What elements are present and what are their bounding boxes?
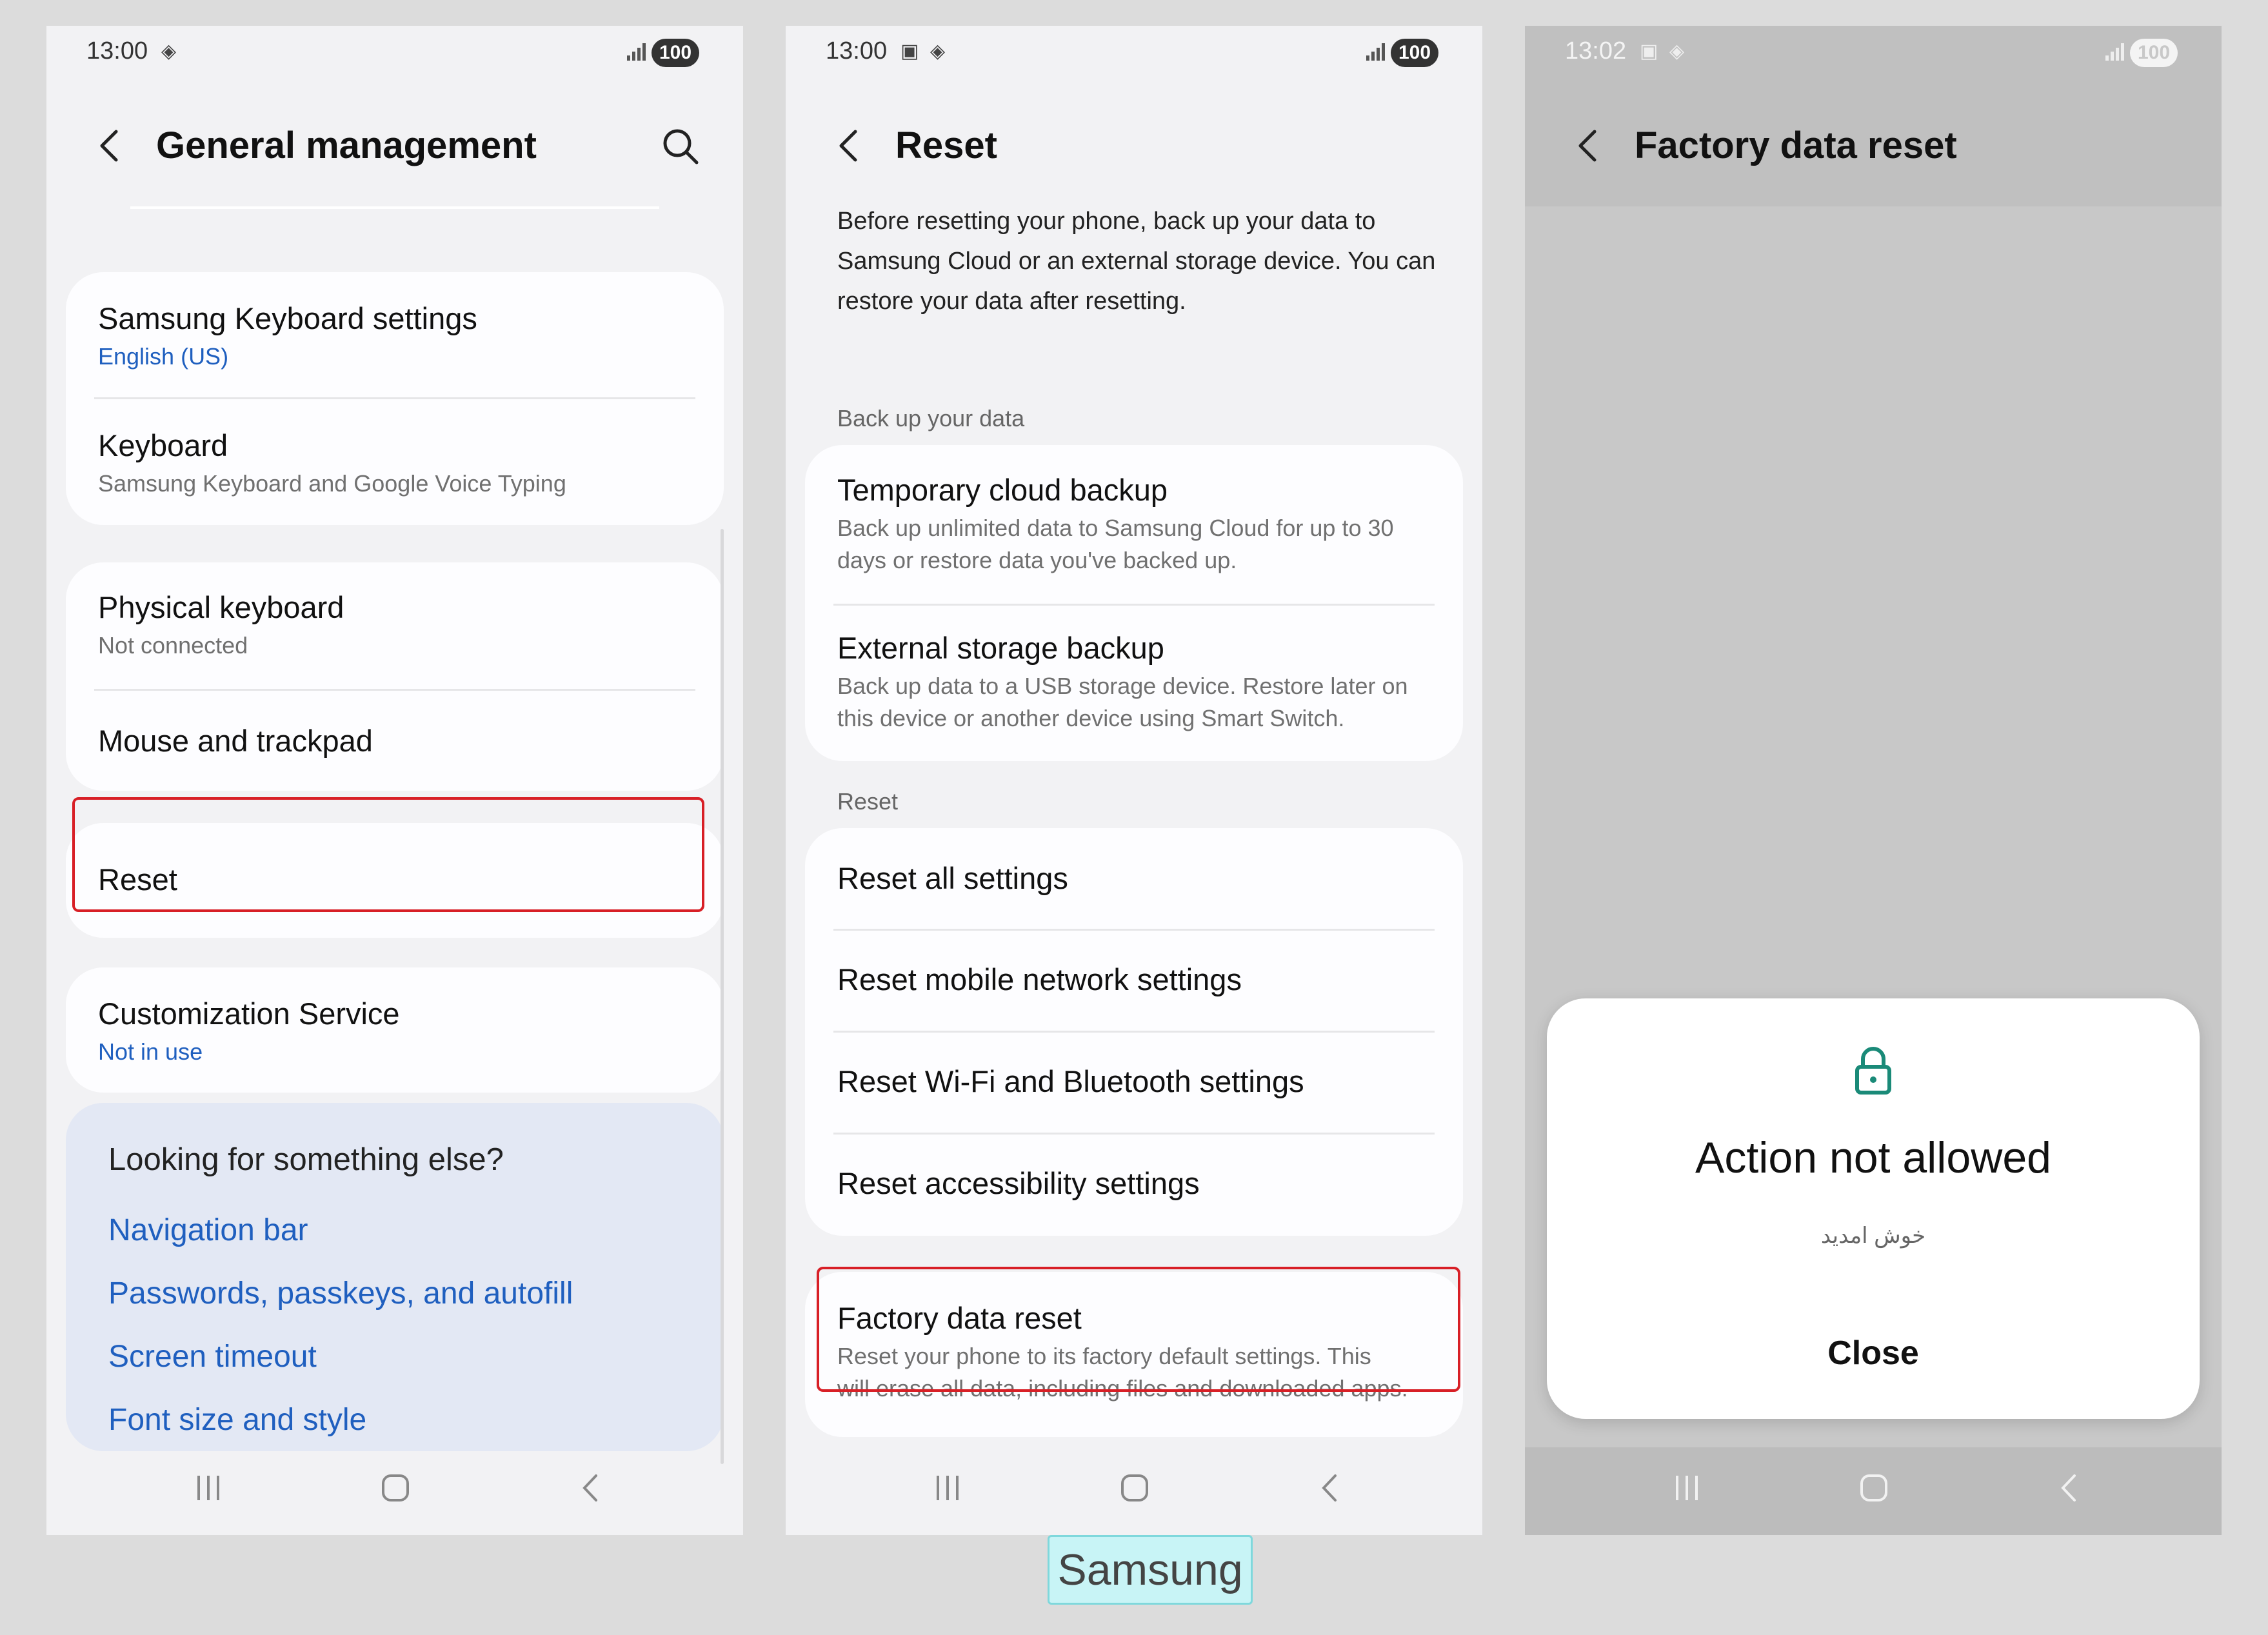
item-title: Temporary cloud backup [837, 473, 1168, 507]
page-title: Factory data reset [1635, 124, 1957, 166]
signal-icon [627, 43, 648, 61]
status-bar: 13:00 ▣ ◈ 100 [786, 26, 1482, 83]
status-bar: 13:02 ▣ ◈ 100 [1525, 26, 2222, 83]
navigation-bar [46, 1438, 743, 1535]
brand-label: Samsung [1048, 1535, 1253, 1605]
item-subtitle: Not in use [98, 1038, 203, 1065]
item-subtitle: English (US) [98, 343, 229, 370]
customization-card: Customization Service Not in use [66, 967, 724, 1093]
page-title: Reset [895, 124, 997, 166]
item-subtitle: Not connected [98, 632, 248, 659]
item-subtitle: Back up data to a USB storage device. Re… [837, 673, 1408, 699]
reset-all-settings-item[interactable]: Reset all settings [805, 828, 1463, 929]
link-font-size[interactable]: Font size and style [108, 1402, 366, 1438]
app-bar: General management [46, 116, 743, 174]
status-bar: 13:00 ◈ 100 [46, 26, 743, 83]
dialog-title: Action not allowed [1695, 1133, 2051, 1182]
section-label-reset: Reset [837, 788, 899, 815]
recents-icon[interactable] [186, 1465, 231, 1511]
intro-text: Before resetting your phone, back up you… [837, 208, 1436, 315]
chevron-left-icon[interactable] [1570, 125, 1609, 166]
action-not-allowed-dialog: Action not allowed خوش امدید Close [1547, 998, 2200, 1419]
navigation-bar [786, 1438, 1482, 1535]
vpn-icon: ◈ [1669, 41, 1685, 62]
item-subtitle: days or restore data you've backed up. [837, 547, 1237, 573]
signal-icon [1366, 43, 1387, 61]
home-icon[interactable] [373, 1465, 418, 1511]
reset-mobile-network-item[interactable]: Reset mobile network settings [805, 931, 1463, 1031]
mouse-trackpad-item[interactable]: Mouse and trackpad [66, 691, 724, 791]
item-title: Reset accessibility settings [837, 1166, 1200, 1200]
link-passwords[interactable]: Passwords, passkeys, and autofill [108, 1276, 573, 1311]
item-subtitle: Back up unlimited data to Samsung Cloud … [837, 515, 1394, 541]
suggestions-header: Looking for something else? [108, 1142, 504, 1177]
close-button[interactable]: Close [1776, 1326, 1970, 1380]
battery-badge: 100 [2130, 39, 2178, 67]
input-devices-card: Physical keyboard Not connected Mouse an… [66, 562, 724, 791]
battery-badge: 100 [1391, 39, 1438, 67]
keyboard-card: Samsung Keyboard settings English (US) K… [66, 272, 724, 525]
vpn-icon: ◈ [161, 41, 177, 62]
chevron-left-icon[interactable] [831, 125, 870, 166]
external-storage-backup-item[interactable]: External storage backup Back up data to … [805, 606, 1463, 761]
nav-back-icon[interactable] [2046, 1465, 2091, 1511]
lock-icon [1854, 1044, 1893, 1095]
dialog-message: خوش امدید [1820, 1224, 1926, 1248]
phone-general-management: 13:00 ◈ 100 General management Samsung K… [46, 26, 743, 1535]
screenshot-icon: ▣ [900, 41, 919, 62]
reset-highlight [72, 797, 704, 912]
item-title: Mouse and trackpad [98, 724, 373, 758]
status-time: 13:00 [86, 37, 148, 64]
section-label-backup: Back up your data [837, 405, 1025, 431]
item-title: Reset mobile network settings [837, 962, 1242, 996]
recents-icon[interactable] [925, 1465, 970, 1511]
item-title: Reset all settings [837, 861, 1068, 895]
suggestions-card: Looking for something else? Navigation b… [66, 1103, 724, 1451]
chevron-left-icon[interactable] [92, 125, 130, 166]
nav-back-icon[interactable] [568, 1465, 613, 1511]
reset-accessibility-item[interactable]: Reset accessibility settings [805, 1135, 1463, 1236]
physical-keyboard-item[interactable]: Physical keyboard Not connected [66, 562, 724, 689]
link-screen-timeout[interactable]: Screen timeout [108, 1339, 317, 1374]
keyboard-item[interactable]: Keyboard Samsung Keyboard and Google Voi… [66, 399, 724, 525]
status-time: 13:00 [826, 37, 888, 64]
scroll-edge [130, 206, 659, 209]
link-navigation-bar[interactable]: Navigation bar [108, 1213, 308, 1248]
item-title: Physical keyboard [98, 590, 344, 624]
customization-service-item[interactable]: Customization Service Not in use [66, 967, 724, 1093]
home-icon[interactable] [1851, 1465, 1896, 1511]
nav-back-icon[interactable] [1307, 1465, 1352, 1511]
battery-badge: 100 [652, 39, 699, 67]
home-icon[interactable] [1112, 1465, 1157, 1511]
item-title: Customization Service [98, 996, 400, 1031]
recents-icon[interactable] [1664, 1465, 1709, 1511]
app-bar: Factory data reset [1525, 116, 2222, 174]
page-title: General management [156, 124, 537, 166]
backup-card: Temporary cloud backup Back up unlimited… [805, 445, 1463, 761]
item-title: Keyboard [98, 428, 228, 462]
scrollbar[interactable] [721, 529, 724, 1464]
search-icon[interactable] [658, 124, 703, 169]
item-title: External storage backup [837, 631, 1164, 665]
navigation-bar [1525, 1438, 2222, 1535]
reset-options-card: Reset all settings Reset mobile network … [805, 828, 1463, 1236]
vpn-icon: ◈ [930, 41, 946, 62]
temporary-cloud-backup-item[interactable]: Temporary cloud backup Back up unlimited… [805, 445, 1463, 604]
screenshot-icon: ▣ [1640, 41, 1658, 62]
samsung-keyboard-settings-item[interactable]: Samsung Keyboard settings English (US) [66, 272, 724, 397]
item-subtitle: Samsung Keyboard and Google Voice Typing [98, 470, 566, 497]
factory-reset-highlight [817, 1267, 1460, 1392]
signal-icon [2105, 43, 2126, 61]
item-title: Samsung Keyboard settings [98, 301, 477, 335]
reset-wifi-bluetooth-item[interactable]: Reset Wi-Fi and Bluetooth settings [805, 1033, 1463, 1133]
status-time: 13:02 [1565, 37, 1627, 64]
phone-reset: 13:00 ▣ ◈ 100 Reset Before resetting you… [786, 26, 1482, 1535]
item-title: Reset Wi-Fi and Bluetooth settings [837, 1064, 1304, 1098]
item-subtitle: this device or another device using Smar… [837, 705, 1345, 731]
phone-factory-reset: 13:02 ▣ ◈ 100 Factory data reset Action … [1525, 26, 2222, 1535]
app-bar: Reset [786, 116, 1482, 174]
